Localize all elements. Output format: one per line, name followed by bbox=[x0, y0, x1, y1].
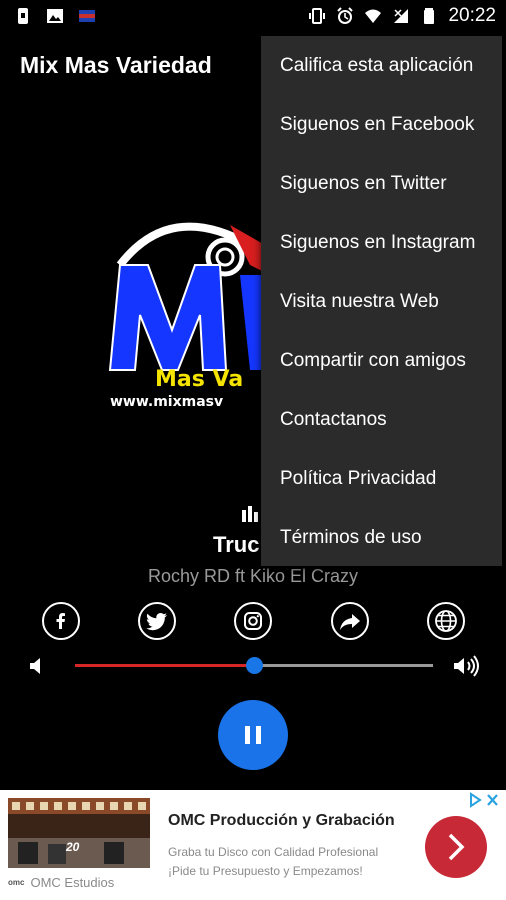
battery-icon bbox=[424, 8, 435, 24]
vibrate-icon bbox=[309, 8, 326, 24]
volume-high-icon[interactable] bbox=[452, 655, 482, 677]
menu-item-rate-app[interactable]: Califica esta aplicación bbox=[261, 36, 502, 95]
menu-item-terms[interactable]: Términos de uso bbox=[261, 508, 502, 567]
menu-item-contact[interactable]: Contactanos bbox=[261, 390, 502, 449]
pause-button[interactable] bbox=[218, 700, 288, 770]
app-title: Mix Mas Variedad bbox=[20, 52, 212, 78]
ad-brand-logo: omc bbox=[8, 878, 25, 887]
volume-slider-fill bbox=[75, 664, 254, 667]
notification-icon bbox=[18, 8, 28, 24]
volume-slider[interactable] bbox=[75, 657, 433, 674]
share-icon bbox=[340, 614, 360, 630]
status-right: 20:22 bbox=[308, 5, 496, 27]
ad-open-button[interactable] bbox=[425, 816, 487, 878]
instagram-button[interactable] bbox=[234, 602, 272, 640]
logo-text-brand: Mas Va bbox=[155, 367, 244, 392]
alarm-icon bbox=[337, 7, 354, 24]
ad-banner[interactable]: 20 omc OMC Estudios OMC Producción y Gra… bbox=[0, 790, 506, 900]
logo-text-url: www.mixmasv bbox=[110, 394, 224, 410]
signal-icon bbox=[394, 9, 409, 23]
equalizer-icon bbox=[242, 506, 258, 522]
web-button[interactable] bbox=[427, 602, 465, 640]
volume-slider-thumb[interactable] bbox=[246, 657, 263, 674]
web-icon bbox=[435, 610, 457, 632]
ad-description-line-2: ¡Pide tu Presupuesto y Empezamos! bbox=[168, 864, 363, 878]
status-bar: 20:22 bbox=[0, 0, 506, 32]
menu-item-twitter[interactable]: Siguenos en Twitter bbox=[261, 154, 502, 213]
image-icon bbox=[47, 9, 63, 23]
ad-brand-row: omc OMC Estudios bbox=[8, 875, 114, 890]
chevron-right-icon bbox=[448, 833, 465, 861]
ad-title[interactable]: OMC Producción y Grabación bbox=[168, 812, 395, 830]
instagram-icon bbox=[244, 612, 262, 630]
overflow-menu: Califica esta aplicación Siguenos en Fac… bbox=[261, 36, 502, 566]
ad-choices-icon[interactable] bbox=[468, 792, 500, 811]
ad-description-line-1: Graba tu Disco con Calidad Profesional bbox=[168, 845, 379, 859]
share-button[interactable] bbox=[331, 602, 369, 640]
status-left bbox=[14, 7, 96, 25]
twitter-button[interactable] bbox=[138, 602, 176, 640]
flag-icon bbox=[79, 10, 95, 22]
ad-image-caption: 20 bbox=[66, 840, 80, 854]
ad-image[interactable]: 20 bbox=[8, 798, 150, 868]
ad-photo bbox=[8, 798, 150, 868]
station-logo: Mas Va www.mixmasv bbox=[100, 195, 280, 425]
logo-graphic bbox=[108, 222, 280, 371]
pause-icon bbox=[245, 726, 250, 744]
pause-icon-bar bbox=[256, 726, 261, 744]
volume-low-icon[interactable] bbox=[28, 655, 48, 677]
menu-item-share[interactable]: Compartir con amigos bbox=[261, 331, 502, 390]
ad-brand: OMC Estudios bbox=[30, 875, 115, 890]
menu-item-facebook[interactable]: Siguenos en Facebook bbox=[261, 95, 502, 154]
twitter-icon bbox=[146, 613, 167, 631]
menu-item-instagram[interactable]: Siguenos en Instagram bbox=[261, 213, 502, 272]
menu-item-website[interactable]: Visita nuestra Web bbox=[261, 272, 502, 331]
facebook-button[interactable] bbox=[42, 602, 80, 640]
clock: 20:22 bbox=[448, 5, 496, 26]
track-artist: Rochy RD ft Kiko El Crazy bbox=[147, 566, 359, 586]
track-title: Truc bbox=[213, 532, 260, 557]
menu-item-privacy[interactable]: Política Privacidad bbox=[261, 449, 502, 508]
wifi-icon bbox=[365, 9, 382, 23]
facebook-icon bbox=[56, 613, 65, 629]
